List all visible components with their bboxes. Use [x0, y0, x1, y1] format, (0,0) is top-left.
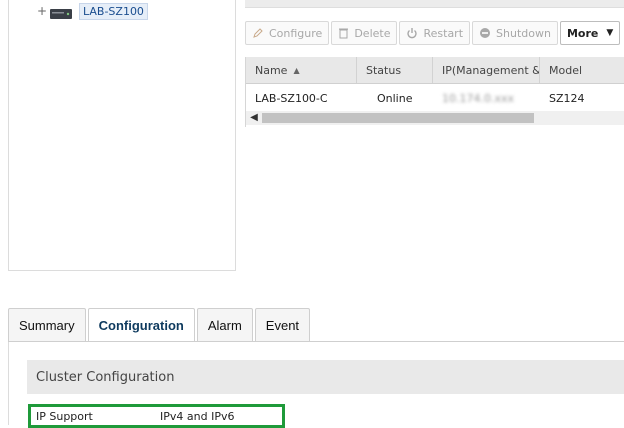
detail-tabs: Summary Configuration Alarm Event [8, 308, 312, 342]
device-grid: Name ▲ Status IP(Management & AP Model L… [245, 57, 624, 127]
horizontal-scrollbar[interactable]: ◀ [246, 111, 624, 125]
property-key: IP Support [36, 409, 93, 423]
configure-label: Configure [269, 26, 323, 40]
tab-summary[interactable]: Summary [8, 308, 86, 341]
power-icon [407, 28, 418, 39]
column-header-model[interactable]: Model [540, 57, 624, 83]
property-value: IPv4 and IPv6 [160, 409, 235, 423]
expand-icon[interactable]: + [37, 4, 49, 18]
section-header[interactable]: Cluster Configuration [27, 360, 624, 394]
shutdown-label: Shutdown [496, 26, 551, 40]
pencil-icon [253, 28, 263, 38]
dropdown-arrow-icon: ▼ [606, 28, 614, 38]
top-strip [245, 0, 624, 8]
tree-node-lab-sz100[interactable]: + LAB-SZ100 [37, 2, 148, 20]
content-border [8, 342, 9, 425]
restart-button[interactable]: Restart [399, 21, 471, 45]
tree-node-label[interactable]: LAB-SZ100 [79, 2, 148, 20]
trash-icon [339, 28, 349, 39]
column-header-name[interactable]: Name ▲ [246, 57, 357, 83]
device-tree-panel: + LAB-SZ100 [8, 0, 236, 271]
cell-model: SZ124 [549, 91, 585, 105]
grid-header: Name ▲ Status IP(Management & AP Model [246, 57, 624, 84]
shutdown-button[interactable]: Shutdown [472, 21, 558, 45]
column-header-status[interactable]: Status [357, 57, 433, 83]
tab-event[interactable]: Event [254, 308, 311, 341]
cell-name: LAB-SZ100-C [255, 91, 328, 105]
more-label: More [566, 26, 599, 40]
cell-status: Online [377, 91, 413, 105]
more-button[interactable]: More ▼ [559, 21, 621, 45]
configure-button[interactable]: Configure [245, 21, 330, 45]
tab-configuration[interactable]: Configuration [87, 308, 195, 342]
toolbar: Configure Delete Restart Shutdown More ▼ [245, 21, 622, 47]
cell-ip: 10.174.0.xxx [442, 91, 515, 105]
scrollbar-thumb[interactable] [262, 113, 534, 123]
stop-icon [480, 28, 491, 38]
controller-device-icon [49, 5, 73, 19]
tab-divider [8, 341, 624, 342]
delete-label: Delete [354, 26, 391, 40]
scroll-left-icon[interactable]: ◀ [246, 111, 262, 125]
table-row[interactable]: LAB-SZ100-C Online 10.174.0.xxx SZ124 [246, 84, 624, 113]
restart-label: Restart [423, 26, 464, 40]
tab-alarm[interactable]: Alarm [196, 308, 253, 341]
delete-button[interactable]: Delete [331, 21, 398, 45]
ip-support-row: IP Support IPv4 and IPv6 [28, 404, 285, 428]
column-header-ip[interactable]: IP(Management & AP [433, 57, 540, 83]
sort-ascending-icon: ▲ [293, 65, 300, 75]
